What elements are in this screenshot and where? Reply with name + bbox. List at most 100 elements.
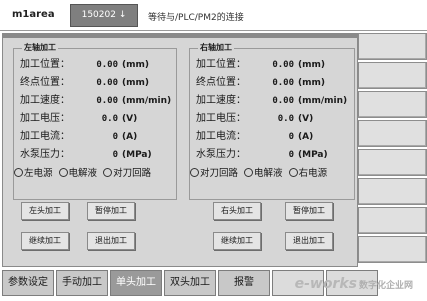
left-current-row: 加工电流： 0 (A) bbox=[20, 129, 137, 145]
row-unit: (MPa) bbox=[122, 150, 152, 160]
tab-manual-machining[interactable]: 手动加工 bbox=[56, 270, 108, 296]
row-value: 0 bbox=[288, 132, 294, 142]
row-value: 0 bbox=[288, 150, 294, 160]
row-value: 0.00 bbox=[96, 78, 118, 88]
left-pressure-row: 水泵压力： 0 (MPa) bbox=[20, 147, 152, 163]
left-endpoint-row: 终点位置： 0.00 (mm) bbox=[20, 75, 149, 91]
right-start-button[interactable]: 右头加工 bbox=[213, 202, 261, 220]
radio-left-power[interactable]: 左电源 bbox=[14, 165, 53, 179]
radio-circle-icon bbox=[190, 168, 199, 177]
row-unit: (mm) bbox=[122, 60, 149, 70]
radio-label: 电解液 bbox=[68, 168, 98, 179]
right-exit-button[interactable]: 退出加工 bbox=[285, 232, 333, 250]
row-value: 0.00 bbox=[272, 78, 294, 88]
row-unit: (A) bbox=[298, 132, 314, 142]
row-value: 0 bbox=[112, 150, 118, 160]
radio-label: 对刀回路 bbox=[113, 168, 152, 179]
right-pause-button[interactable]: 暂停加工 bbox=[285, 202, 333, 220]
radio-label: 右电源 bbox=[298, 168, 328, 179]
row-value: 0.0 bbox=[277, 114, 294, 124]
row-unit: (mm/min) bbox=[122, 96, 172, 106]
tab-single-head-machining[interactable]: 单头加工 bbox=[110, 270, 162, 296]
left-position-row: 加工位置： 0.00 (mm) bbox=[20, 57, 149, 73]
radio-tool-setting[interactable]: 对刀回路 bbox=[103, 165, 151, 179]
row-unit: (mm) bbox=[122, 78, 149, 88]
row-unit: (V) bbox=[122, 114, 138, 124]
radio-circle-icon bbox=[58, 168, 68, 177]
main-panel: 左轴加工 加工位置： 0.00 (mm) 终点位置： 0.00 (mm) 加工速度： 0.… bbox=[2, 33, 358, 267]
watermark-text: e-works bbox=[294, 276, 357, 292]
row-unit: (MPa) bbox=[298, 150, 328, 160]
row-value: 0 bbox=[112, 132, 118, 142]
row-unit: (V) bbox=[298, 114, 314, 124]
tab-alarm[interactable]: 报警 bbox=[218, 270, 270, 296]
right-endpoint-row: 终点位置： 0.00 (mm) bbox=[196, 75, 325, 91]
softkey-2[interactable] bbox=[358, 62, 427, 89]
tab-parameter-settings[interactable]: 参数设定 bbox=[2, 270, 54, 296]
row-unit: (mm/min) bbox=[298, 96, 348, 106]
row-label: 水泵压力： bbox=[20, 149, 70, 160]
radio-circle-icon bbox=[288, 168, 298, 177]
radio-right-power[interactable]: 右电源 bbox=[288, 165, 328, 179]
radio-circle-icon bbox=[103, 168, 113, 177]
right-group-title: 右轴加工 bbox=[198, 42, 234, 53]
left-continue-button[interactable]: 继续加工 bbox=[21, 232, 69, 250]
softkey-1[interactable] bbox=[358, 33, 427, 60]
app-logo: m1area bbox=[12, 9, 55, 20]
radio-label: 对刀回路 bbox=[200, 168, 239, 179]
left-pause-button[interactable]: 暂停加工 bbox=[87, 202, 135, 220]
row-label: 终点位置： bbox=[20, 77, 70, 88]
softkey-sidebar bbox=[358, 33, 427, 265]
softkey-4[interactable] bbox=[358, 120, 427, 147]
left-radio-group: 左电源 电解液 对刀回路 bbox=[14, 165, 154, 179]
bottom-tab-bar: 参数设定 手动加工 单头加工 双头加工 报警 e-works 数字化企业网 bbox=[0, 268, 427, 301]
watermark-cn-text: 数字化企业网 bbox=[358, 281, 413, 291]
row-value: 0.00 bbox=[96, 96, 118, 106]
softkey-6[interactable] bbox=[358, 178, 427, 205]
row-label: 加工电流： bbox=[20, 131, 70, 142]
right-pressure-row: 水泵压力： 0 (MPa) bbox=[196, 147, 328, 163]
radio-circle-icon bbox=[244, 168, 254, 177]
tab-double-head-machining[interactable]: 双头加工 bbox=[164, 270, 216, 296]
row-label: 终点位置： bbox=[196, 77, 246, 88]
right-position-row: 加工位置： 0.00 (mm) bbox=[196, 57, 325, 73]
row-unit: (mm) bbox=[298, 60, 325, 70]
row-label: 加工位置： bbox=[196, 59, 246, 70]
left-speed-row: 加工速度： 0.00 (mm/min) bbox=[20, 93, 171, 109]
row-value: 0.0 bbox=[101, 114, 118, 124]
right-current-row: 加工电流： 0 (A) bbox=[196, 129, 313, 145]
row-unit: (mm) bbox=[298, 78, 325, 88]
row-value: 0.00 bbox=[272, 60, 294, 70]
connection-status: 等待与/PLC/PM2的连接 bbox=[148, 13, 244, 23]
left-start-button[interactable]: 左头加工 bbox=[21, 202, 69, 220]
left-group-title: 左轴加工 bbox=[22, 42, 58, 53]
right-voltage-row: 加工电压： 0.0 (V) bbox=[196, 111, 313, 127]
radio-tool-setting[interactable]: 对刀回路 bbox=[190, 165, 238, 179]
softkey-3[interactable] bbox=[358, 91, 427, 118]
row-label: 加工电压： bbox=[196, 113, 246, 124]
right-speed-row: 加工速度： 0.00 (mm/min) bbox=[196, 93, 347, 109]
row-label: 加工电压： bbox=[20, 113, 70, 124]
row-value: 0.00 bbox=[96, 60, 118, 70]
left-exit-button[interactable]: 退出加工 bbox=[87, 232, 135, 250]
watermark-logo: e-works 数字化企业网 bbox=[295, 276, 413, 292]
radio-electrolyte[interactable]: 电解液 bbox=[244, 165, 283, 179]
row-value: 0.00 bbox=[272, 96, 294, 106]
left-voltage-row: 加工电压： 0.0 (V) bbox=[20, 111, 137, 127]
left-axis-group: 左轴加工 加工位置： 0.00 (mm) 终点位置： 0.00 (mm) 加工速度： 0.… bbox=[13, 42, 177, 200]
right-continue-button[interactable]: 继续加工 bbox=[213, 232, 261, 250]
radio-electrolyte[interactable]: 电解液 bbox=[58, 165, 98, 179]
row-label: 加工速度： bbox=[196, 95, 246, 106]
softkey-7[interactable] bbox=[358, 207, 427, 234]
softkey-5[interactable] bbox=[358, 149, 427, 176]
row-label: 加工速度： bbox=[20, 95, 70, 106]
radio-label: 电解液 bbox=[254, 168, 283, 179]
row-label: 水泵压力： bbox=[196, 149, 246, 160]
right-radio-group: 对刀回路 电解液 右电源 bbox=[190, 165, 330, 179]
radio-circle-icon bbox=[14, 168, 23, 177]
row-unit: (A) bbox=[122, 132, 138, 142]
code-display: 150202 ↓ bbox=[70, 4, 138, 27]
row-label: 加工电流： bbox=[196, 131, 246, 142]
softkey-8[interactable] bbox=[358, 236, 427, 263]
header-bar: m1area 150202 ↓ 等待与/PLC/PM2的连接 bbox=[0, 0, 427, 31]
